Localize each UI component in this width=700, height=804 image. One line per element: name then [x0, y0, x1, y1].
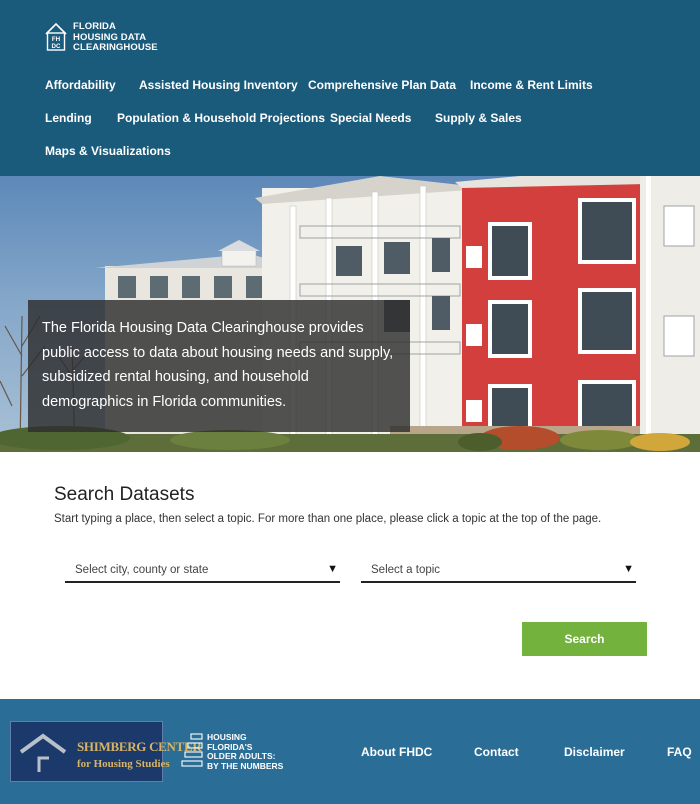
topic-select-placeholder: Select a topic	[371, 564, 441, 576]
site-footer: SHIMBERG CENTER for Housing Studies HOUS…	[0, 699, 700, 804]
shimberg-subtitle: for Housing Studies	[77, 758, 170, 770]
hero-banner: The Florida Housing Data Clearinghouse p…	[0, 176, 700, 452]
nav-item-supply-sales[interactable]: Supply & Sales	[435, 111, 522, 125]
topic-caret-down-icon: ▼	[623, 563, 634, 575]
older-adults-logo[interactable]: HOUSING FLORIDA'S OLDER ADULTS: BY THE N…	[181, 732, 284, 771]
footer-link-contact[interactable]: Contact	[474, 745, 519, 759]
stacked-blocks-icon	[181, 733, 203, 767]
shimberg-house-icon	[19, 733, 67, 772]
site-header: FH DC FLORIDA HOUSING DATA CLEARINGHOUSE…	[0, 0, 700, 176]
red-building	[455, 176, 645, 452]
nav-item-assisted-housing-inventory[interactable]: Assisted Housing Inventory	[139, 78, 298, 92]
logo-abbr-bottom: DC	[52, 43, 61, 50]
older-adults-text: HOUSING FLORIDA'S OLDER ADULTS: BY THE N…	[207, 732, 284, 771]
search-button[interactable]: Search	[522, 622, 647, 656]
nav-item-population-household-projections[interactable]: Population & Household Projections	[117, 111, 325, 125]
logo-text: FLORIDA HOUSING DATA CLEARINGHOUSE	[73, 21, 158, 54]
nav-item-special-needs[interactable]: Special Needs	[330, 111, 411, 125]
nav-item-affordability[interactable]: Affordability	[45, 78, 116, 92]
footer-link-faq[interactable]: FAQ	[667, 745, 692, 759]
logo-line-3: CLEARINGHOUSE	[73, 42, 158, 53]
older-line-4: BY THE NUMBERS	[207, 760, 284, 771]
footer-link-about[interactable]: About FHDC	[361, 745, 432, 759]
place-select-placeholder: Select city, county or state	[75, 564, 209, 576]
right-building	[640, 176, 700, 452]
nav-row-3: Maps & Visualizations	[45, 144, 685, 177]
nav-item-income-rent-limits[interactable]: Income & Rent Limits	[470, 78, 593, 92]
site-logo[interactable]: FH DC FLORIDA HOUSING DATA CLEARINGHOUSE	[45, 21, 158, 54]
nav-item-maps-visualizations[interactable]: Maps & Visualizations	[45, 144, 171, 158]
logo-line-1: FLORIDA	[73, 21, 116, 32]
nav-row-2: Lending Population & Household Projectio…	[45, 111, 685, 144]
nav-row-1: Affordability Assisted Housing Inventory…	[45, 78, 685, 111]
hero-caption: The Florida Housing Data Clearinghouse p…	[28, 300, 410, 432]
nav-item-lending[interactable]: Lending	[45, 111, 92, 125]
main-nav: Affordability Assisted Housing Inventory…	[45, 78, 685, 177]
place-select[interactable]: Select city, county or state ▼	[65, 556, 340, 583]
hero-caption-text: The Florida Housing Data Clearinghouse p…	[42, 320, 394, 410]
shimberg-center-logo[interactable]: SHIMBERG CENTER for Housing Studies	[10, 721, 202, 782]
place-caret-down-icon: ▼	[327, 563, 338, 575]
footer-link-disclaimer[interactable]: Disclaimer	[564, 745, 625, 759]
page: FH DC FLORIDA HOUSING DATA CLEARINGHOUSE…	[0, 0, 700, 804]
house-logo-icon: FH DC	[45, 22, 67, 51]
logo-abbr-top: FH	[52, 36, 61, 43]
nav-item-comprehensive-plan-data[interactable]: Comprehensive Plan Data	[308, 78, 456, 92]
topic-select[interactable]: Select a topic ▼	[361, 556, 636, 583]
search-title: Search Datasets	[54, 484, 195, 505]
search-subtitle: Start typing a place, then select a topi…	[54, 513, 602, 525]
